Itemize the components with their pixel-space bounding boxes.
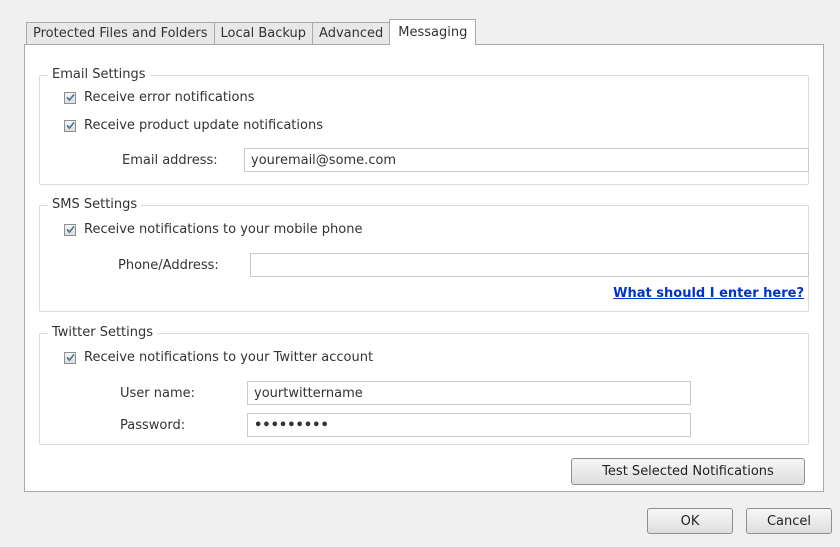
update-notifications-row[interactable]: Receive product update notifications	[64, 118, 323, 133]
update-notifications-label: Receive product update notifications	[84, 118, 323, 133]
twitter-notifications-label: Receive notifications to your Twitter ac…	[84, 350, 374, 365]
username-label: User name:	[120, 386, 196, 401]
phone-address-input[interactable]	[250, 253, 809, 277]
cancel-button[interactable]: Cancel	[746, 508, 832, 534]
checkmark-icon	[65, 353, 75, 362]
mobile-notifications-label: Receive notifications to your mobile pho…	[84, 222, 363, 237]
tab-protected-files[interactable]: Protected Files and Folders	[26, 22, 215, 44]
tab-local-backup[interactable]: Local Backup	[213, 22, 314, 44]
messaging-panel: Email Settings Receive error notificatio…	[24, 44, 824, 492]
phone-address-label: Phone/Address:	[118, 258, 219, 273]
email-settings-group: Email Settings Receive error notificatio…	[39, 67, 809, 185]
help-link[interactable]: What should I enter here?	[613, 286, 804, 301]
twitter-settings-title: Twitter Settings	[48, 325, 158, 340]
error-notifications-label: Receive error notifications	[84, 90, 255, 105]
error-notifications-row[interactable]: Receive error notifications	[64, 90, 255, 105]
mobile-notifications-checkbox[interactable]	[64, 223, 76, 236]
email-address-input[interactable]: youremail@some.com	[244, 148, 809, 172]
mobile-notifications-row[interactable]: Receive notifications to your mobile pho…	[64, 222, 363, 237]
ok-button[interactable]: OK	[647, 508, 733, 534]
test-notifications-button[interactable]: Test Selected Notifications	[571, 458, 805, 485]
email-settings-title: Email Settings	[48, 67, 150, 82]
password-input[interactable]: •••••••••	[247, 413, 691, 437]
tab-strip: Protected Files and Folders Local Backup…	[26, 19, 477, 45]
twitter-notifications-checkbox[interactable]	[64, 351, 76, 364]
error-notifications-checkbox[interactable]	[64, 91, 76, 104]
sms-settings-title: SMS Settings	[48, 197, 142, 212]
password-label: Password:	[120, 418, 186, 433]
update-notifications-checkbox[interactable]	[64, 119, 76, 132]
tab-advanced[interactable]: Advanced	[312, 22, 391, 44]
twitter-notifications-row[interactable]: Receive notifications to your Twitter ac…	[64, 350, 373, 365]
tab-messaging[interactable]: Messaging	[389, 19, 477, 45]
sms-settings-group: SMS Settings Receive notifications to yo…	[39, 197, 809, 312]
twitter-settings-group: Twitter Settings Receive notifications t…	[39, 325, 809, 445]
checkmark-icon	[65, 121, 75, 130]
email-address-label: Email address:	[122, 153, 218, 168]
checkmark-icon	[65, 225, 75, 234]
username-input[interactable]: yourtwittername	[247, 381, 691, 405]
checkmark-icon	[65, 93, 75, 102]
